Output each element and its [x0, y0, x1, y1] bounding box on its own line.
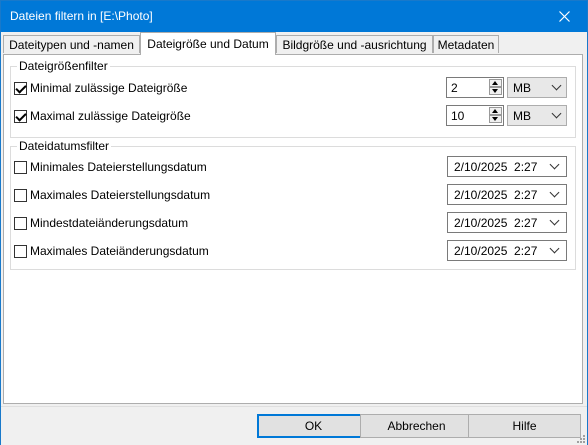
button-bar: OK Abbrechen Hilfe: [1, 406, 587, 445]
title-bar: Dateien filtern in [E:\Photo]: [1, 1, 587, 32]
filter-dialog: Dateien filtern in [E:\Photo] Dateitypen…: [0, 0, 588, 445]
chevron-down-icon: [551, 108, 562, 119]
min-size-value: 2: [451, 81, 458, 95]
max-created-date: 2/10/2025 2:27: [454, 188, 538, 202]
max-size-value: 10: [451, 109, 465, 123]
min-size-checkbox[interactable]: [14, 81, 27, 95]
spin-up-icon[interactable]: [489, 79, 502, 87]
size-filter-legend: Dateigrößenfilter: [19, 59, 108, 73]
resize-grip-icon[interactable]: [575, 433, 585, 443]
date-filter-legend: Dateidatumsfilter: [19, 139, 110, 153]
max-modified-date: 2/10/2025 2:27: [454, 244, 538, 258]
min-modified-date-picker[interactable]: 2/10/2025 2:27: [447, 212, 567, 233]
max-modified-checkbox[interactable]: [14, 244, 27, 258]
max-size-checkbox[interactable]: [14, 109, 27, 123]
min-size-unit: MB: [513, 81, 531, 95]
max-size-unit-select[interactable]: MB: [507, 105, 567, 126]
chevron-down-icon[interactable]: [549, 215, 560, 226]
min-size-unit-select[interactable]: MB: [507, 77, 567, 98]
tab-file-types[interactable]: Dateitypen und -namen: [3, 35, 140, 53]
help-button[interactable]: Hilfe: [468, 414, 581, 438]
tab-strip: Dateitypen und -namen Dateigröße und Dat…: [1, 32, 587, 55]
max-size-unit: MB: [513, 109, 531, 123]
tab-metadata[interactable]: Metadaten: [433, 35, 499, 53]
min-created-checkbox[interactable]: [14, 160, 27, 174]
min-size-input[interactable]: 2: [446, 77, 504, 98]
spin-up-icon[interactable]: [489, 107, 502, 115]
max-created-checkbox[interactable]: [14, 188, 27, 202]
spin-down-icon[interactable]: [489, 87, 502, 95]
ok-button[interactable]: OK: [257, 414, 370, 438]
chevron-down-icon: [551, 80, 562, 91]
chevron-down-icon[interactable]: [549, 187, 560, 198]
max-size-spinner[interactable]: [489, 107, 502, 124]
min-modified-checkbox[interactable]: [14, 216, 27, 230]
tab-panel: Dateigrößenfilter Minimal zulässige Date…: [3, 54, 583, 404]
min-created-date: 2/10/2025 2:27: [454, 160, 538, 174]
max-size-row: Maximal zulässige Dateigröße: [14, 107, 191, 125]
tab-image-size[interactable]: Bildgröße und -ausrichtung: [276, 35, 433, 53]
max-created-row: Maximales Dateierstellungsdatum: [14, 186, 210, 204]
min-size-label[interactable]: Minimal zulässige Dateigröße: [30, 81, 187, 95]
max-modified-label[interactable]: Maximales Dateiänderungsdatum: [30, 244, 209, 258]
min-modified-date: 2/10/2025 2:27: [454, 216, 538, 230]
min-modified-label[interactable]: Mindestdateiänderungsdatum: [30, 216, 188, 230]
max-created-label[interactable]: Maximales Dateierstellungsdatum: [30, 188, 210, 202]
min-created-label[interactable]: Minimales Dateierstellungsdatum: [30, 160, 207, 174]
min-modified-row: Mindestdateiänderungsdatum: [14, 214, 188, 232]
chevron-down-icon[interactable]: [549, 159, 560, 170]
close-icon: [558, 11, 570, 22]
max-modified-date-picker[interactable]: 2/10/2025 2:27: [447, 240, 567, 261]
min-size-spinner[interactable]: [489, 79, 502, 96]
spin-down-icon[interactable]: [489, 115, 502, 123]
size-filter-group: Dateigrößenfilter: [10, 59, 576, 138]
max-size-input[interactable]: 10: [446, 105, 504, 126]
close-button[interactable]: [541, 1, 587, 32]
min-size-row: Minimal zulässige Dateigröße: [14, 79, 187, 97]
tab-size-and-date[interactable]: Dateigröße und Datum: [140, 32, 276, 55]
window-title: Dateien filtern in [E:\Photo]: [10, 9, 153, 23]
max-modified-row: Maximales Dateiänderungsdatum: [14, 242, 209, 260]
min-created-row: Minimales Dateierstellungsdatum: [14, 158, 207, 176]
max-size-label[interactable]: Maximal zulässige Dateigröße: [30, 109, 191, 123]
max-created-date-picker[interactable]: 2/10/2025 2:27: [447, 184, 567, 205]
chevron-down-icon[interactable]: [549, 243, 560, 254]
cancel-button[interactable]: Abbrechen: [360, 414, 473, 438]
min-created-date-picker[interactable]: 2/10/2025 2:27: [447, 156, 567, 177]
